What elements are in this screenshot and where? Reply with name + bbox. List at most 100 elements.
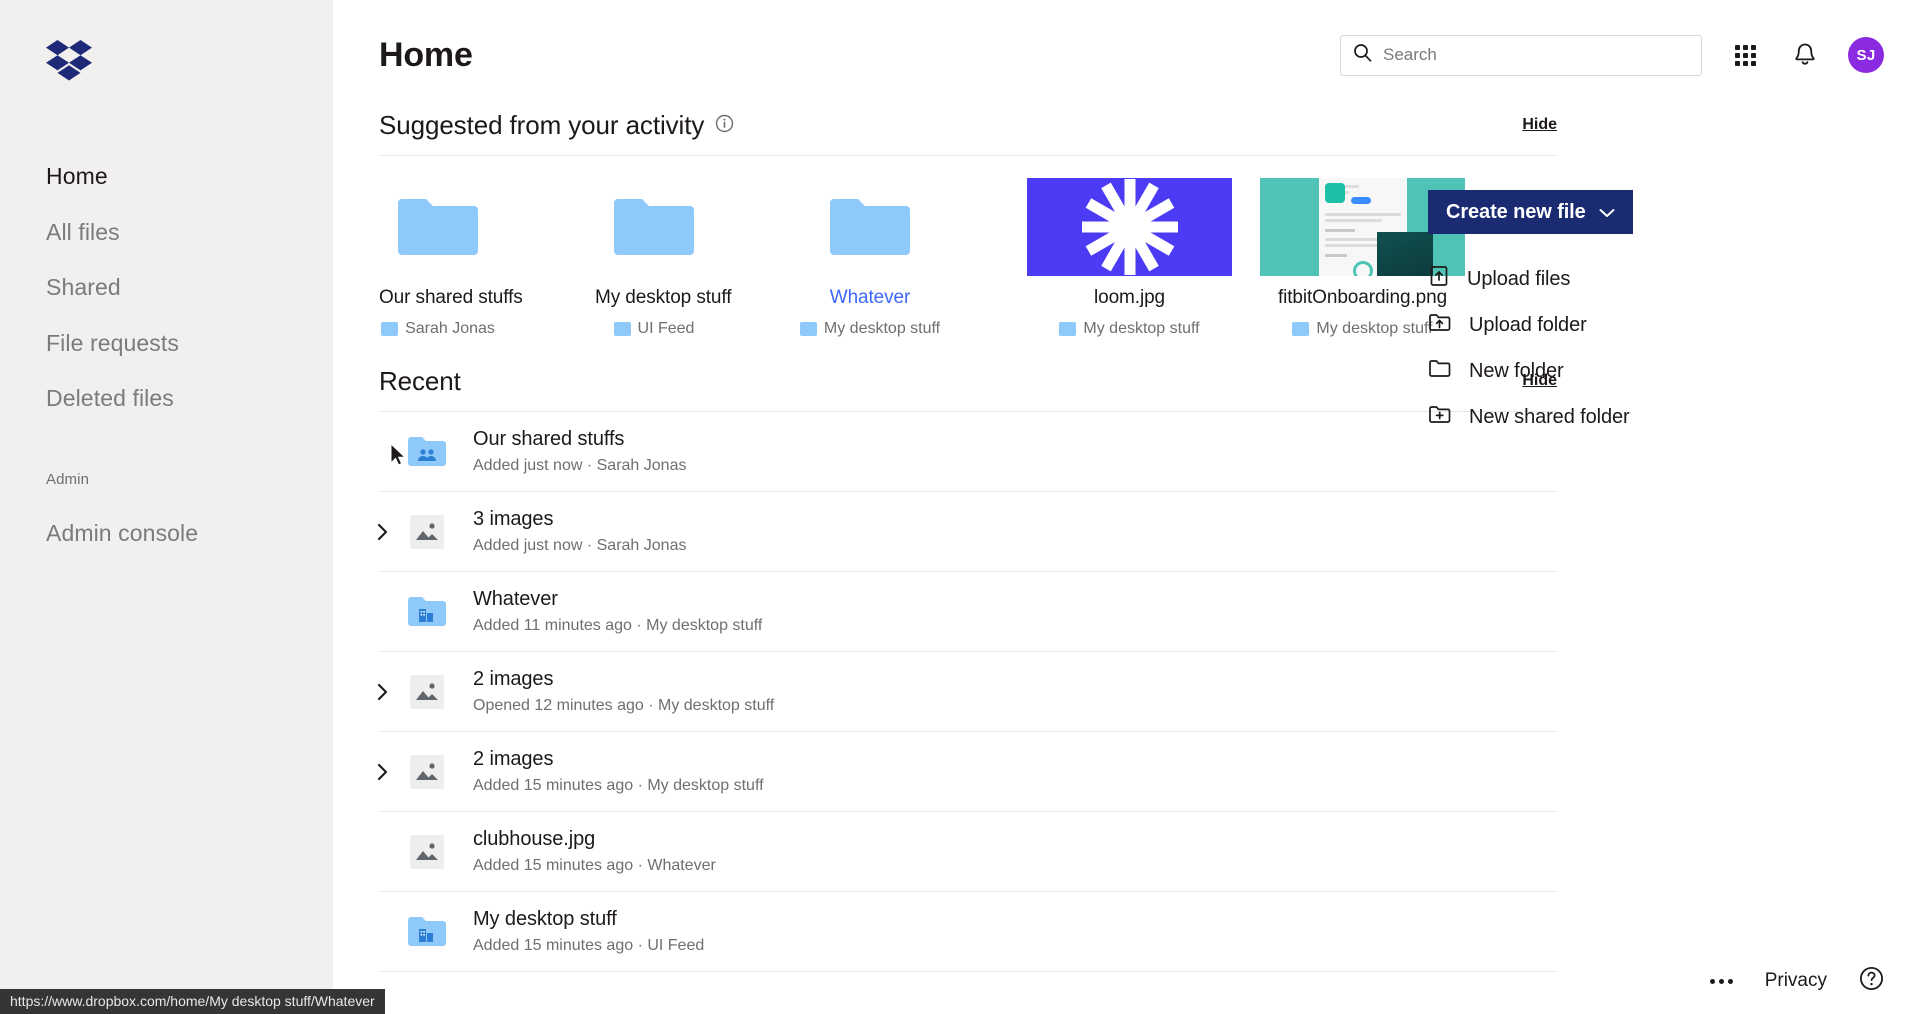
- mini-folder-icon: [613, 322, 631, 336]
- table-row[interactable]: 2 images Added 15 minutes ago · My deskt…: [377, 732, 1557, 812]
- row-text: 2 images Added 15 minutes ago · My deskt…: [473, 748, 764, 795]
- rail-actions: Upload files Upload folder New folder Ne…: [1428, 256, 1920, 440]
- chevron-down-icon: [1599, 201, 1615, 224]
- new-folder-action[interactable]: New folder: [1428, 348, 1920, 394]
- new-shared-folder-label: New shared folder: [1469, 405, 1630, 428]
- upload-folder-action[interactable]: Upload folder: [1428, 302, 1920, 348]
- row-text: clubhouse.jpg Added 15 minutes ago · Wha…: [473, 828, 716, 875]
- row-text: Our shared stuffs Added just now · Sarah…: [473, 428, 686, 475]
- image-icon: [407, 832, 447, 872]
- sidebar-item-deleted-files[interactable]: Deleted files: [0, 371, 333, 427]
- row-text: 2 images Opened 12 minutes ago · My desk…: [473, 668, 774, 715]
- table-row[interactable]: My desktop stuff Added 15 minutes ago · …: [379, 892, 1557, 972]
- suggested-title: Suggested from your activity: [379, 110, 705, 140]
- row-title: 2 images: [473, 748, 554, 770]
- status-bar-url: https://www.dropbox.com/home/My desktop …: [0, 989, 385, 1014]
- suggested-tile-location-label: My desktop stuff: [823, 320, 941, 337]
- table-row[interactable]: 2 images Opened 12 minutes ago · My desk…: [377, 652, 1557, 732]
- help-icon[interactable]: [1859, 966, 1884, 996]
- privacy-link[interactable]: Privacy: [1765, 970, 1827, 992]
- right-rail: Create new file Upload files Upload fold…: [1360, 0, 1920, 440]
- new-folder-label: New folder: [1469, 359, 1564, 382]
- row-text: My desktop stuff Added 15 minutes ago · …: [473, 908, 704, 955]
- chevron-right-icon[interactable]: [369, 762, 395, 782]
- footer: Privacy: [1709, 966, 1884, 996]
- sidebar-nav: Home All files Shared File requests Dele…: [0, 149, 333, 562]
- mouse-cursor: [390, 442, 408, 472]
- table-row[interactable]: 3 images Added just now · Sarah Jonas: [377, 492, 1557, 572]
- suggested-tile-name[interactable]: Whatever: [811, 287, 929, 309]
- row-subtitle: Added 15 minutes ago · Whatever: [473, 857, 716, 874]
- row-title: Our shared stuffs: [473, 428, 625, 450]
- loom-thumbnail: [1027, 178, 1232, 276]
- sidebar-section-admin: Admin: [46, 470, 90, 488]
- upload-files-action[interactable]: Upload files: [1428, 256, 1920, 302]
- suggested-tile-name: Our shared stuffs: [379, 287, 523, 308]
- row-title: clubhouse.jpg: [473, 828, 596, 850]
- shared-folder-icon: [407, 432, 447, 472]
- sidebar-item-all-files[interactable]: All files: [0, 205, 333, 261]
- sidebar-item-file-requests[interactable]: File requests: [0, 316, 333, 372]
- upload-folder-label: Upload folder: [1469, 313, 1587, 336]
- new-shared-folder-action[interactable]: New shared folder: [1428, 394, 1920, 440]
- folder-icon: [811, 178, 929, 276]
- folder-icon: [1428, 357, 1452, 385]
- suggested-tile-location: UI Feed: [595, 320, 713, 338]
- sidebar-item-admin-console[interactable]: Admin console: [0, 506, 333, 562]
- recent-list: Our shared stuffs Added just now · Sarah…: [377, 412, 1557, 972]
- mini-folder-icon: [799, 322, 817, 336]
- row-text: Whatever Added 11 minutes ago · My deskt…: [473, 588, 762, 635]
- row-subtitle: Opened 12 minutes ago · My desktop stuff: [473, 697, 775, 714]
- team-folder-icon: [407, 912, 447, 952]
- suggested-tile-location-label: Sarah Jonas: [405, 320, 495, 337]
- image-icon: [407, 672, 447, 712]
- table-row[interactable]: clubhouse.jpg Added 15 minutes ago · Wha…: [379, 812, 1557, 892]
- info-icon[interactable]: [715, 114, 734, 138]
- suggested-tile[interactable]: Our shared stuffs Sarah Jonas: [379, 178, 523, 338]
- new-shared-folder-icon: [1428, 403, 1452, 431]
- upload-file-icon: [1428, 265, 1450, 293]
- mini-folder-icon: [381, 322, 399, 336]
- create-new-file-label: Create new file: [1446, 200, 1586, 223]
- folder-icon: [595, 178, 713, 276]
- suggested-tile[interactable]: loom.jpg My desktop stuff: [1027, 178, 1232, 338]
- suggested-tile-location-label: UI Feed: [637, 320, 695, 337]
- sidebar-item-shared[interactable]: Shared: [0, 260, 333, 316]
- suggested-tile-location-label: My desktop stuff: [1083, 320, 1200, 337]
- row-subtitle: Added just now · Sarah Jonas: [473, 457, 687, 474]
- suggested-tile-location: Sarah Jonas: [379, 320, 497, 338]
- suggested-tile[interactable]: My desktop stuff UI Feed: [595, 178, 732, 338]
- row-title: 3 images: [473, 508, 554, 530]
- more-horizontal-icon[interactable]: [1709, 978, 1733, 984]
- row-subtitle: Added just now · Sarah Jonas: [473, 537, 687, 554]
- row-subtitle: Added 15 minutes ago · My desktop stuff: [473, 777, 764, 794]
- suggested-tile-location: My desktop stuff: [1027, 320, 1232, 338]
- dropbox-home-page: Home All files Shared File requests Dele…: [0, 0, 1920, 1014]
- image-icon: [407, 512, 447, 552]
- suggested-tile[interactable]: Whatever My desktop stuff: [799, 178, 940, 338]
- mini-folder-icon: [1059, 322, 1077, 336]
- row-text: 3 images Added just now · Sarah Jonas: [473, 508, 686, 555]
- chevron-right-icon[interactable]: [369, 522, 395, 542]
- chevron-right-icon[interactable]: [369, 682, 395, 702]
- suggested-tile-name: loom.jpg: [1093, 287, 1166, 308]
- table-row[interactable]: Whatever Added 11 minutes ago · My deskt…: [379, 572, 1557, 652]
- sidebar: Home All files Shared File requests Dele…: [0, 0, 333, 1014]
- upload-files-label: Upload files: [1467, 267, 1571, 290]
- main-area: Home SJ Suggested from: [333, 0, 1920, 1014]
- mini-folder-icon: [1292, 322, 1310, 336]
- suggested-tile-name: My desktop stuff: [595, 287, 732, 308]
- create-new-file-button[interactable]: Create new file: [1428, 190, 1633, 234]
- sidebar-item-home[interactable]: Home: [0, 149, 333, 205]
- row-title: 2 images: [473, 668, 554, 690]
- team-folder-icon: [407, 592, 447, 632]
- row-title: My desktop stuff: [473, 908, 617, 930]
- row-subtitle: Added 11 minutes ago · My desktop stuff: [473, 617, 763, 634]
- dropbox-logo-icon[interactable]: [46, 40, 92, 81]
- page-title: Home: [379, 35, 473, 74]
- suggested-tile-location: My desktop stuff: [799, 320, 940, 338]
- upload-folder-icon: [1428, 311, 1452, 339]
- row-subtitle: Added 15 minutes ago · UI Feed: [473, 937, 705, 954]
- recent-title: Recent: [379, 366, 461, 396]
